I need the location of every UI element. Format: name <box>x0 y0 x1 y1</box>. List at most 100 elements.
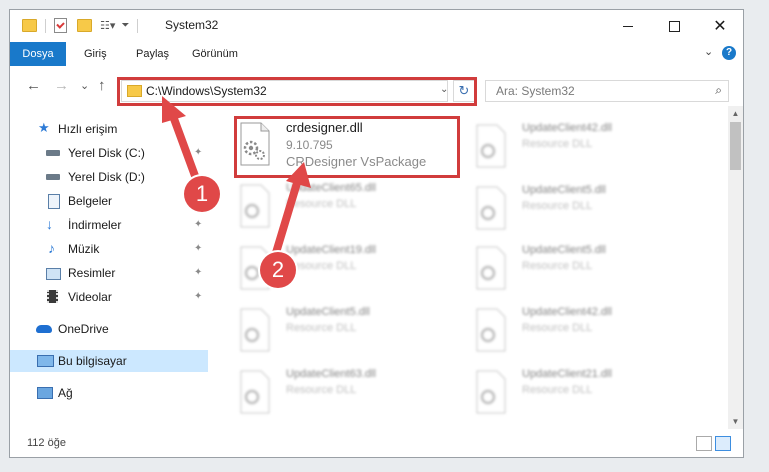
pin-icon: ✦ <box>194 243 203 254</box>
file-item[interactable]: UpdateClient5.dll Resource DLL <box>238 304 458 364</box>
music-icon: ♪ <box>48 240 55 256</box>
file-type: Resource DLL <box>522 384 593 396</box>
tiles-view-icon[interactable] <box>715 436 731 451</box>
tab-file[interactable]: Dosya <box>10 42 66 66</box>
dll-file-icon <box>476 370 506 414</box>
file-type: Resource DLL <box>286 260 357 272</box>
search-input[interactable]: Ara: System32 ⌕ <box>485 80 729 102</box>
question-icon[interactable]: ? <box>722 46 736 60</box>
drive-icon <box>46 174 60 180</box>
pin-icon: ✦ <box>194 147 203 158</box>
file-type: Resource DLL <box>522 138 593 150</box>
dll-file-icon <box>476 186 506 230</box>
scroll-down-icon[interactable]: ▼ <box>728 414 743 429</box>
network-icon <box>37 387 53 399</box>
sidebar-item-documents[interactable]: Belgeler <box>10 190 208 212</box>
sidebar-item-label: Ağ <box>58 386 73 400</box>
sidebar-item-this-pc[interactable]: Bu bilgisayar <box>10 350 208 372</box>
drive-icon <box>46 150 60 156</box>
sidebar-item-label: Belgeler <box>68 194 113 208</box>
scrollbar-thumb[interactable] <box>730 122 741 170</box>
file-item[interactable]: UpdateClient63.dll Resource DLL <box>238 366 458 426</box>
sidebar-item-local-disk-d[interactable]: Yerel Disk (D:) <box>10 166 208 188</box>
sidebar-item-label: Hızlı erişim <box>58 122 118 136</box>
view-options-icon[interactable]: ☷▾ <box>100 19 115 32</box>
sidebar-item-label: Resimler <box>68 266 116 280</box>
videos-icon <box>47 290 58 303</box>
quick-access-toolbar: ☷▾ ⏷ <box>22 18 139 33</box>
sidebar-item-label: Müzik <box>68 242 100 256</box>
sidebar-item-label: İndirmeler <box>68 218 122 232</box>
forward-arrow-icon[interactable]: → <box>54 77 69 94</box>
sidebar-item-label: OneDrive <box>58 322 109 336</box>
sidebar-item-music[interactable]: ♪ Müzik ✦ <box>10 238 208 260</box>
back-arrow-icon[interactable]: ← <box>26 77 41 94</box>
file-type: Resource DLL <box>286 384 357 396</box>
file-type: Resource DLL <box>522 322 593 334</box>
step-badge-1: 1 <box>184 176 220 212</box>
tab-share[interactable]: Paylaş <box>136 42 169 66</box>
file-name: UpdateClient5.dll <box>286 306 370 318</box>
file-item[interactable]: UpdateClient21.dll Resource DLL <box>474 366 694 426</box>
cloud-icon <box>36 325 52 333</box>
maximize-button[interactable] <box>651 10 697 42</box>
navigation-pane: ★ Hızlı erişim Yerel Disk (C:) ✦ Yerel D… <box>10 106 208 429</box>
dll-file-icon <box>476 246 506 290</box>
file-item[interactable]: UpdateClient42.dll Resource DLL <box>474 304 694 364</box>
file-type: Resource DLL <box>286 322 357 334</box>
file-item[interactable]: UpdateClient42.dll Resource DLL <box>474 120 694 180</box>
file-highlight-box <box>234 116 460 178</box>
minimize-button[interactable] <box>605 10 651 42</box>
sidebar-item-network[interactable]: Ağ <box>10 382 208 404</box>
customize-quick-access-icon[interactable]: ⏷ <box>121 20 129 31</box>
window-title: System32 <box>165 18 219 32</box>
search-icon[interactable]: ⌕ <box>715 83 722 98</box>
properties-icon[interactable] <box>54 18 67 33</box>
status-bar: 112 öğe <box>10 429 743 457</box>
documents-icon <box>48 194 60 209</box>
close-icon: ✕ <box>713 18 727 35</box>
file-name: UpdateClient42.dll <box>522 122 612 134</box>
file-item[interactable]: UpdateClient5.dll Resource DLL <box>474 182 694 242</box>
address-highlight-box <box>117 77 477 106</box>
sidebar-item-downloads[interactable]: ↓ İndirmeler ✦ <box>10 214 208 236</box>
separator <box>45 18 46 33</box>
sidebar-item-quick-access[interactable]: ★ Hızlı erişim <box>10 118 208 140</box>
sidebar-item-onedrive[interactable]: OneDrive <box>10 318 208 340</box>
file-item[interactable]: UpdateClient65.dll Resource DLL <box>238 180 458 240</box>
file-name: UpdateClient42.dll <box>522 306 612 318</box>
file-item[interactable]: UpdateClient5.dll Resource DLL <box>474 242 694 302</box>
vertical-scrollbar[interactable]: ▲ ▼ <box>728 106 743 429</box>
pictures-icon <box>46 268 61 280</box>
close-button[interactable]: ✕ <box>697 10 743 42</box>
up-arrow-icon[interactable]: ↑ <box>98 77 106 94</box>
sidebar-item-label: Yerel Disk (C:) <box>68 146 145 160</box>
scroll-up-icon[interactable]: ▲ <box>728 106 743 121</box>
tab-home[interactable]: Giriş <box>84 42 107 66</box>
details-view-icon[interactable] <box>696 436 712 451</box>
chevron-down-icon[interactable]: ⌄ <box>704 45 713 58</box>
tab-view[interactable]: Görünüm <box>192 42 238 66</box>
dll-file-icon <box>240 308 270 352</box>
star-icon: ★ <box>38 120 50 135</box>
sidebar-item-label: Videolar <box>68 290 112 304</box>
minimize-icon <box>623 25 633 27</box>
pin-icon: ✦ <box>194 267 203 278</box>
file-type: Resource DLL <box>286 198 357 210</box>
sidebar-item-pictures[interactable]: Resimler ✦ <box>10 262 208 284</box>
sidebar-item-videos[interactable]: Videolar ✦ <box>10 286 208 308</box>
new-folder-icon[interactable] <box>77 19 92 32</box>
sidebar-item-local-disk-c[interactable]: Yerel Disk (C:) ✦ <box>10 142 208 164</box>
pin-icon: ✦ <box>194 291 203 302</box>
separator <box>137 18 139 33</box>
dll-file-icon <box>240 370 270 414</box>
recent-locations-icon[interactable]: ⌄ <box>80 79 89 92</box>
file-name: UpdateClient5.dll <box>522 244 606 256</box>
sidebar-item-label: Yerel Disk (D:) <box>68 170 145 184</box>
ribbon-tabs: Dosya Giriş Paylaş Görünüm ⌄ ? <box>10 42 743 67</box>
dll-file-icon <box>476 124 506 168</box>
pin-icon: ✦ <box>194 219 203 230</box>
downloads-icon: ↓ <box>46 216 53 232</box>
file-type: Resource DLL <box>522 200 593 212</box>
explorer-window: ☷▾ ⏷ System32 ✕ Dosya Giriş Paylaş Görün… <box>10 10 743 457</box>
